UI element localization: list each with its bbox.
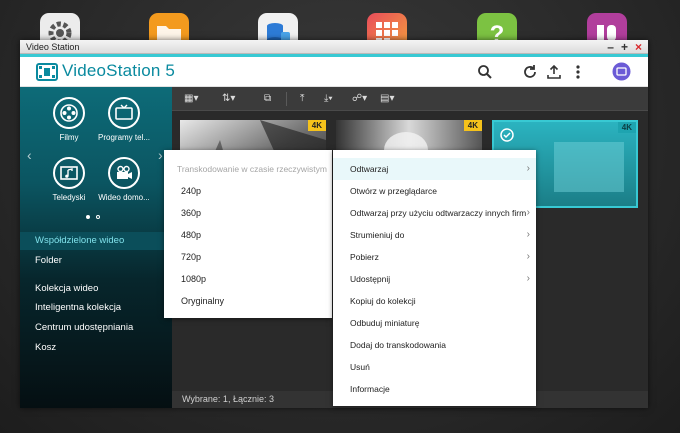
chevron-right-icon: › bbox=[526, 207, 530, 218]
chevron-right-icon: › bbox=[526, 273, 530, 284]
carousel-pagination[interactable] bbox=[86, 215, 100, 219]
context-menu: Odtwarzaj › Otwórz w przeglądarce Odtwarz… bbox=[333, 150, 536, 406]
badge-4k: 4K bbox=[463, 120, 482, 131]
toolbar-divider bbox=[286, 92, 287, 106]
menu-label: Dodaj do transkodowania bbox=[350, 340, 446, 350]
quality-360p[interactable]: 360p bbox=[181, 208, 201, 218]
chevron-right-icon: › bbox=[526, 251, 530, 262]
menu-add-to-transcoding[interactable]: Dodaj do transkodowania bbox=[333, 334, 536, 356]
menu-label: Odtwarzaj przy użyciu odtwarzaczy innych… bbox=[350, 208, 527, 218]
nav-sharing-center[interactable]: Centrum udostępniania bbox=[20, 319, 172, 337]
window-title: Video Station bbox=[26, 42, 80, 52]
more-options-icon[interactable] bbox=[570, 64, 586, 80]
transcode-header: Transkodowanie w czasie rzeczywistym bbox=[177, 164, 327, 174]
menu-label: Otwórz w przeglądarce bbox=[350, 186, 437, 196]
quality-480p[interactable]: 480p bbox=[181, 230, 201, 240]
badge-4k: 4K bbox=[617, 122, 636, 133]
download-icon[interactable]: ⤓▾ bbox=[324, 93, 333, 105]
minimize-button[interactable]: – bbox=[607, 41, 614, 53]
nav-video-collection[interactable]: Kolekcja wideo bbox=[20, 280, 172, 298]
category-tv-shows[interactable]: Programy tel... bbox=[98, 97, 150, 142]
menu-label: Odbuduj miniaturę bbox=[350, 318, 420, 328]
selected-check-icon[interactable] bbox=[500, 128, 514, 142]
sort-icon[interactable]: ⇅▾ bbox=[222, 93, 235, 105]
quality-1080p[interactable]: 1080p bbox=[181, 274, 206, 284]
menu-label: Strumieniuj do bbox=[350, 230, 405, 240]
view-mode-icon[interactable]: ▦▾ bbox=[184, 93, 198, 105]
category-label: Filmy bbox=[59, 133, 79, 142]
music-video-icon bbox=[53, 157, 85, 189]
menu-stream-to[interactable]: Strumieniuj do › bbox=[333, 224, 536, 246]
carousel-prev-icon[interactable]: ‹ bbox=[27, 147, 32, 163]
transcode-submenu: Transkodowanie w czasie rzeczywistym 240… bbox=[164, 150, 332, 318]
menu-play-third-party[interactable]: Odtwarzaj przy użyciu odtwarzaczy innych… bbox=[333, 202, 536, 224]
nav-smart-collection[interactable]: Inteligentna kolekcja bbox=[20, 299, 172, 317]
menu-label: Pobierz bbox=[350, 252, 379, 262]
quality-240p[interactable]: 240p bbox=[181, 186, 201, 196]
video-station-logo-icon bbox=[36, 63, 58, 81]
menu-rebuild-thumbnail[interactable]: Odbuduj miniaturę bbox=[333, 312, 536, 334]
quality-720p[interactable]: 720p bbox=[181, 252, 201, 262]
menu-label: Udostępnij bbox=[350, 274, 391, 284]
menu-download[interactable]: Pobierz › bbox=[333, 246, 536, 268]
menu-information[interactable]: Informacje bbox=[333, 378, 536, 400]
category-movies[interactable]: Filmy bbox=[43, 97, 95, 142]
category-label: Teledyski bbox=[52, 193, 86, 202]
tv-icon bbox=[108, 97, 140, 129]
carousel-next-icon[interactable]: › bbox=[158, 147, 163, 163]
home-video-camera-icon bbox=[108, 157, 140, 189]
upload-toolbar-icon[interactable]: ⤒ bbox=[300, 93, 304, 105]
chevron-right-icon: › bbox=[526, 229, 530, 240]
quality-original[interactable]: Oryginalny bbox=[181, 296, 224, 306]
menu-delete[interactable]: Usuń bbox=[333, 356, 536, 378]
app-header: VideoStation 5 bbox=[20, 57, 648, 87]
toolbar: ▦▾ ⇅▾ ⧉ ⤒ ⤓▾ ☍▾ ▤▾ bbox=[172, 87, 648, 111]
chevron-right-icon: › bbox=[526, 163, 530, 174]
category-label: Wideo domo... bbox=[98, 193, 150, 202]
window-titlebar[interactable]: Video Station – + × bbox=[20, 40, 648, 54]
share-icon[interactable]: ☍▾ bbox=[352, 93, 367, 105]
search-icon[interactable] bbox=[477, 64, 493, 80]
nav-folder[interactable]: Folder bbox=[20, 252, 172, 270]
menu-label: Odtwarzaj bbox=[350, 164, 389, 174]
upload-icon[interactable] bbox=[546, 64, 562, 80]
menu-label: Informacje bbox=[350, 384, 390, 394]
category-music-videos[interactable]: Teledyski bbox=[43, 157, 95, 202]
menu-share[interactable]: Udostępnij › bbox=[333, 268, 536, 290]
menu-play[interactable]: Odtwarzaj › bbox=[333, 158, 536, 180]
collection-icon[interactable]: ▤▾ bbox=[380, 93, 394, 105]
badge-4k: 4K bbox=[307, 120, 326, 131]
close-button[interactable]: × bbox=[635, 41, 642, 53]
user-avatar-icon[interactable] bbox=[612, 62, 631, 81]
app-title: VideoStation 5 bbox=[62, 61, 176, 80]
nav-trash[interactable]: Kosz bbox=[20, 339, 172, 357]
menu-label: Usuń bbox=[350, 362, 370, 372]
refresh-icon[interactable] bbox=[522, 64, 538, 80]
select-icon[interactable]: ⧉ bbox=[264, 93, 271, 105]
menu-label: Kopiuj do kolekcji bbox=[350, 296, 416, 306]
category-home-videos[interactable]: Wideo domo... bbox=[98, 157, 150, 202]
sidebar: ‹ › Filmy Programy tel... Teledyski Wide… bbox=[20, 87, 172, 408]
film-reel-icon bbox=[53, 97, 85, 129]
category-label: Programy tel... bbox=[98, 133, 151, 142]
menu-open-in-browser[interactable]: Otwórz w przeglądarce bbox=[333, 180, 536, 202]
nav-shared-videos[interactable]: Współdzielone wideo bbox=[20, 232, 172, 250]
maximize-button[interactable]: + bbox=[621, 41, 628, 53]
menu-copy-to-collection[interactable]: Kopiuj do kolekcji bbox=[333, 290, 536, 312]
